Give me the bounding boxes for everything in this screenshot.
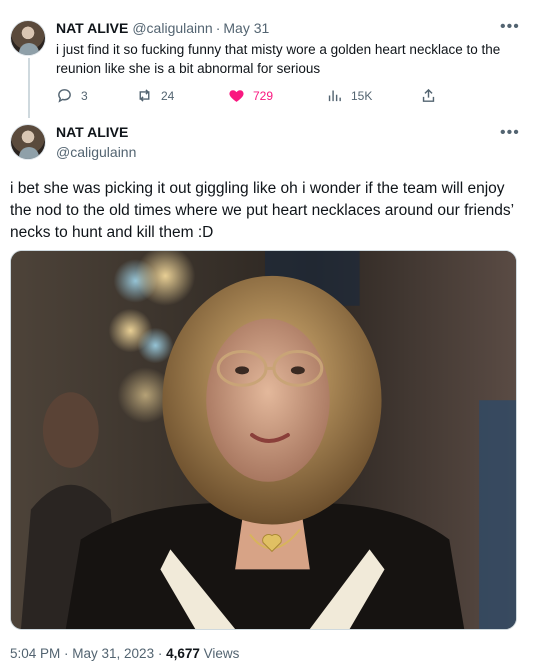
heart-icon xyxy=(229,90,244,102)
reply-text: i just find it so fucking funny that mis… xyxy=(56,42,501,76)
avatar[interactable] xyxy=(10,20,46,56)
display-name[interactable]: NAT ALIVE xyxy=(56,20,128,36)
handle[interactable]: @caligulainn xyxy=(56,144,136,160)
views-label: Views xyxy=(199,646,240,661)
reply-count: 3 xyxy=(81,88,88,103)
views-count: 15K xyxy=(351,88,373,103)
retweet-icon xyxy=(139,89,150,102)
like-count: 729 xyxy=(253,88,274,103)
display-name[interactable]: NAT ALIVE xyxy=(56,124,128,140)
reply-header: NAT ALIVE @caligulainn · May 31 xyxy=(56,20,269,36)
tweet-date[interactable]: May 31 xyxy=(223,20,269,36)
avatar[interactable] xyxy=(10,124,46,160)
share-icon xyxy=(422,88,435,102)
retweet-button[interactable]: 24 xyxy=(136,87,174,104)
tweet-text: i bet she was picking it out giggling li… xyxy=(10,180,514,241)
photo-illustration xyxy=(11,251,516,629)
handle[interactable]: @caligulainn xyxy=(132,20,212,36)
thread-line xyxy=(28,58,30,118)
views-button[interactable]: 15K xyxy=(326,87,372,104)
more-icon[interactable]: ••• xyxy=(500,125,520,141)
separator: · xyxy=(215,20,221,36)
timestamp[interactable]: 5:04 PM · May 31, 2023 · xyxy=(10,646,166,661)
more-icon[interactable]: ••• xyxy=(500,19,520,35)
retweet-count: 24 xyxy=(161,88,175,103)
views-total: 4,677 xyxy=(166,646,200,661)
like-button[interactable]: 729 xyxy=(228,87,273,104)
share-button[interactable] xyxy=(420,87,437,104)
reply-icon xyxy=(58,89,71,103)
reply-button[interactable]: 3 xyxy=(56,87,88,104)
tweet-meta: 5:04 PM · May 31, 2023 · 4,677 Views xyxy=(10,646,239,661)
views-icon xyxy=(328,90,341,102)
action-bar: 3 24 729 15K xyxy=(56,87,446,107)
tweet-photo[interactable] xyxy=(10,250,517,630)
